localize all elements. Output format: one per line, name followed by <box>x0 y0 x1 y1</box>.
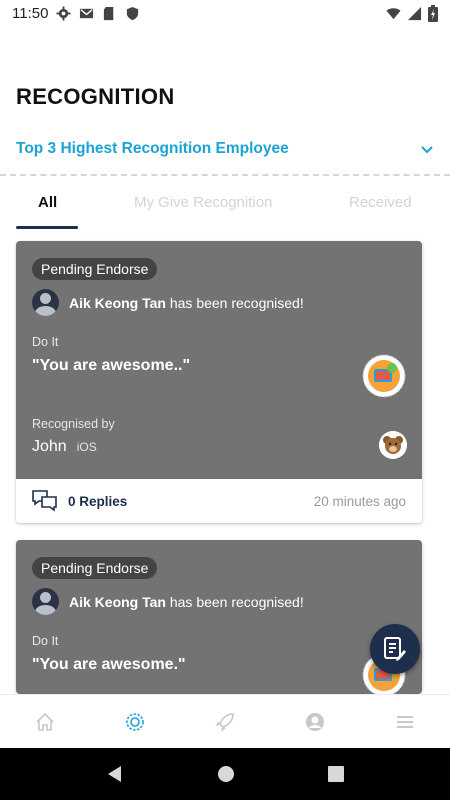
signal-icon <box>407 6 422 20</box>
profile-icon <box>306 712 324 731</box>
recipient-row: Aik Keong Tan has been recognised! <box>32 588 304 615</box>
recents-icon[interactable] <box>327 766 344 782</box>
tab-my-give-recognition[interactable]: My Give Recognition <box>134 194 272 211</box>
recognition-message: "You are awesome." <box>32 656 186 673</box>
giver-row: John iOS <box>32 438 97 456</box>
recognition-icon <box>126 712 144 731</box>
status-badge: Pending Endorse <box>32 557 158 579</box>
divider <box>0 174 450 176</box>
recipient-row: Aik Keong Tan has been recognised! <box>32 289 304 316</box>
nav-menu[interactable] <box>394 711 416 733</box>
recipient-name: Aik Keong Tan <box>69 593 166 610</box>
avatar <box>32 289 59 316</box>
shield-icon <box>127 6 139 20</box>
menu-icon <box>397 715 413 728</box>
card-footer[interactable]: 0 Replies 20 minutes ago <box>16 479 422 523</box>
recognised-by-label: Recognised by <box>32 417 115 431</box>
tab-all[interactable]: All <box>38 194 57 211</box>
nav-home[interactable] <box>34 711 56 733</box>
chevron-down-icon[interactable] <box>418 140 436 158</box>
system-nav-bar <box>0 748 450 800</box>
back-icon[interactable] <box>106 765 124 783</box>
status-time: 11:50 <box>12 4 49 22</box>
tab-active-indicator <box>16 226 78 229</box>
nav-recognition[interactable] <box>124 711 146 733</box>
avatar <box>32 588 59 615</box>
category-label: Do It <box>32 335 59 349</box>
rocket-icon <box>215 712 234 732</box>
status-badge: Pending Endorse <box>32 258 158 280</box>
recognition-card[interactable]: Pending Endorse Aik Keong Tan has been r… <box>16 241 422 523</box>
recognition-card[interactable]: Pending Endorse Aik Keong Tan has been r… <box>16 540 422 694</box>
top3-label: Top 3 Highest Recognition Employee <box>16 140 289 157</box>
home-circle-icon[interactable] <box>217 765 235 783</box>
chat-bubbles-icon <box>32 490 57 512</box>
mail-icon <box>80 8 94 18</box>
compose-fab-button[interactable] <box>370 624 420 674</box>
timestamp: 20 minutes ago <box>313 493 406 509</box>
category-label: Do It <box>32 634 59 648</box>
top3-dropdown[interactable]: Top 3 Highest Recognition Employee <box>16 137 436 161</box>
recipient-suffix: has been recognised! <box>169 593 304 610</box>
tab-received[interactable]: Received <box>349 194 412 211</box>
replies-count[interactable]: 0 Replies <box>68 494 127 509</box>
page-title: RECOGNITION <box>16 84 175 109</box>
recognition-message: "You are awesome.." <box>32 357 191 374</box>
nav-profile[interactable] <box>304 711 326 733</box>
recipient-suffix: has been recognised! <box>169 294 304 311</box>
status-bar: 11:50 <box>0 0 450 26</box>
battery-icon <box>428 4 438 22</box>
tab-bar: All My Give Recognition Received <box>0 188 450 232</box>
giver-platform: iOS <box>76 440 97 454</box>
nav-rocket[interactable] <box>214 711 236 733</box>
bear-avatar-icon <box>379 431 407 459</box>
bottom-nav <box>0 694 450 748</box>
wifi-icon <box>386 7 401 19</box>
compose-icon <box>384 637 406 661</box>
giver-name: John <box>32 438 67 455</box>
medal-badge-icon <box>362 354 406 398</box>
recipient-name: Aik Keong Tan <box>69 294 166 311</box>
sd-card-icon <box>104 6 114 20</box>
gear-icon <box>56 5 71 21</box>
home-icon <box>36 712 54 731</box>
